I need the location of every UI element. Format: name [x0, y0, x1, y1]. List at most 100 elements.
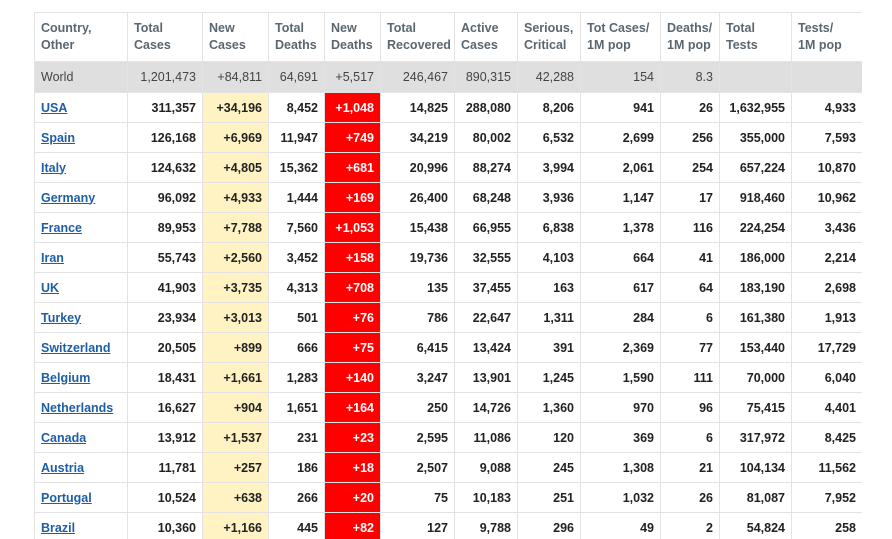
cell-total-recovered: 2,595 [380, 422, 455, 453]
cell-total-deaths: 1,651 [268, 392, 325, 423]
cell-serious-critical: 163 [517, 272, 581, 303]
cell-active-cases: 890,315 [454, 61, 518, 93]
cell-tests-per-1m: 7,952 [791, 482, 862, 513]
cell-new-cases: +1,166 [202, 512, 269, 539]
cell-tests-per-1m: 17,729 [791, 332, 862, 363]
cell-total-tests: 161,380 [719, 302, 792, 333]
cell-new-deaths: +23 [324, 422, 381, 453]
country-link[interactable]: Portugal [41, 491, 92, 505]
cell-active-cases: 66,955 [454, 212, 518, 243]
country-link[interactable]: Switzerland [41, 341, 110, 355]
column-header-deaths-per-1m[interactable]: Deaths/ 1M pop [660, 12, 720, 62]
table-row: UK 41,903 +3,735 4,313 +708 135 37,455 163 617 64… [34, 272, 862, 303]
cell-total-deaths: 11,947 [268, 122, 325, 153]
cell-new-cases: +3,735 [202, 272, 269, 303]
cell-active-cases: 32,555 [454, 242, 518, 273]
cell-tot-cases-per-1m: 941 [580, 92, 661, 123]
cell-deaths-per-1m: 6 [660, 302, 720, 333]
country-link[interactable]: USA [41, 101, 67, 115]
cell-serious-critical: 42,288 [517, 61, 581, 93]
world-total-row: World 1,201,473 +84,811 64,691 +5,517 246,467… [34, 61, 862, 93]
cell-new-deaths: +1,048 [324, 92, 381, 123]
column-header-total-recovered[interactable]: Total Recovered [380, 12, 455, 62]
column-header-total-deaths[interactable]: Total Deaths [268, 12, 325, 62]
country-link[interactable]: UK [41, 281, 59, 295]
column-header-tests-per-1m[interactable]: Tests/ 1M pop [791, 12, 862, 62]
column-header-total-cases[interactable]: Total Cases [127, 12, 203, 62]
country-link[interactable]: Turkey [41, 311, 81, 325]
column-header-new-cases[interactable]: New Cases [202, 12, 269, 62]
cell-new-cases: +3,013 [202, 302, 269, 333]
cell-country: Italy [34, 152, 128, 183]
cell-country: Iran [34, 242, 128, 273]
cell-new-deaths: +749 [324, 122, 381, 153]
table-row: Spain 126,168 +6,969 11,947 +749 34,219 80,002… [34, 122, 862, 153]
cell-deaths-per-1m: 256 [660, 122, 720, 153]
cell-total-cases: 126,168 [127, 122, 203, 153]
cell-active-cases: 9,088 [454, 452, 518, 483]
cell-tests-per-1m: 4,933 [791, 92, 862, 123]
cell-total-recovered: 127 [380, 512, 455, 539]
cell-tests-per-1m: 2,698 [791, 272, 862, 303]
table-row: Portugal 10,524 +638 266 +20 75 10,183 251 1,032… [34, 482, 862, 513]
cell-total-recovered: 2,507 [380, 452, 455, 483]
cell-country: Netherlands [34, 392, 128, 423]
cell-tot-cases-per-1m: 2,699 [580, 122, 661, 153]
cell-tests-per-1m: 11,562 [791, 452, 862, 483]
cell-deaths-per-1m: 21 [660, 452, 720, 483]
country-link[interactable]: Italy [41, 161, 66, 175]
column-header-serious-critical[interactable]: Serious, Critical [517, 12, 581, 62]
country-link[interactable]: Iran [41, 251, 64, 265]
cell-tests-per-1m: 3,436 [791, 212, 862, 243]
country-link[interactable]: Germany [41, 191, 95, 205]
country-link[interactable]: France [41, 221, 82, 235]
cell-country: France [34, 212, 128, 243]
cell-country: Canada [34, 422, 128, 453]
country-link[interactable]: Austria [41, 461, 84, 475]
country-link[interactable]: Canada [41, 431, 86, 445]
table-row: Turkey 23,934 +3,013 501 +76 786 22,647 1,311 28… [34, 302, 862, 333]
table-row: Belgium 18,431 +1,661 1,283 +140 3,247 13,901 1… [34, 362, 862, 393]
cell-active-cases: 11,086 [454, 422, 518, 453]
cell-total-tests: 153,440 [719, 332, 792, 363]
cell-total-deaths: 4,313 [268, 272, 325, 303]
cell-serious-critical: 3,936 [517, 182, 581, 213]
cell-serious-critical: 251 [517, 482, 581, 513]
cell-active-cases: 10,183 [454, 482, 518, 513]
cell-total-tests: 918,460 [719, 182, 792, 213]
cell-total-recovered: 786 [380, 302, 455, 333]
column-header-total-tests[interactable]: Total Tests [719, 12, 792, 62]
cell-total-cases: 41,903 [127, 272, 203, 303]
cell-tot-cases-per-1m: 49 [580, 512, 661, 539]
cell-active-cases: 22,647 [454, 302, 518, 333]
country-link[interactable]: Spain [41, 131, 75, 145]
table-row: Germany 96,092 +4,933 1,444 +169 26,400 68,248… [34, 182, 862, 213]
cell-deaths-per-1m: 2 [660, 512, 720, 539]
cell-tests-per-1m: 6,040 [791, 362, 862, 393]
cell-total-tests: 657,224 [719, 152, 792, 183]
cell-total-cases: 1,201,473 [127, 61, 203, 93]
cell-active-cases: 288,080 [454, 92, 518, 123]
table-header-row: Country, Other Total Cases New Cases Total … [34, 12, 862, 62]
country-link[interactable]: Belgium [41, 371, 90, 385]
cell-serious-critical: 245 [517, 452, 581, 483]
column-header-tot-cases-per-1m[interactable]: Tot Cases/ 1M pop [580, 12, 661, 62]
cell-new-deaths: +1,053 [324, 212, 381, 243]
country-link[interactable]: Brazil [41, 521, 75, 535]
cell-active-cases: 13,901 [454, 362, 518, 393]
cell-tot-cases-per-1m: 2,369 [580, 332, 661, 363]
cell-total-cases: 10,360 [127, 512, 203, 539]
table-row: Brazil 10,360 +1,166 445 +82 127 9,788 296 49 2 54… [34, 512, 862, 539]
cell-new-deaths: +708 [324, 272, 381, 303]
column-header-active-cases[interactable]: Active Cases [454, 12, 518, 62]
cell-tot-cases-per-1m: 2,061 [580, 152, 661, 183]
cell-new-cases: +257 [202, 452, 269, 483]
cell-total-deaths: 1,283 [268, 362, 325, 393]
column-header-new-deaths[interactable]: New Deaths [324, 12, 381, 62]
cell-deaths-per-1m: 8.3 [660, 61, 720, 93]
cell-deaths-per-1m: 77 [660, 332, 720, 363]
cell-total-deaths: 445 [268, 512, 325, 539]
country-link[interactable]: Netherlands [41, 401, 113, 415]
cell-serious-critical: 8,206 [517, 92, 581, 123]
column-header-country[interactable]: Country, Other [34, 12, 128, 62]
